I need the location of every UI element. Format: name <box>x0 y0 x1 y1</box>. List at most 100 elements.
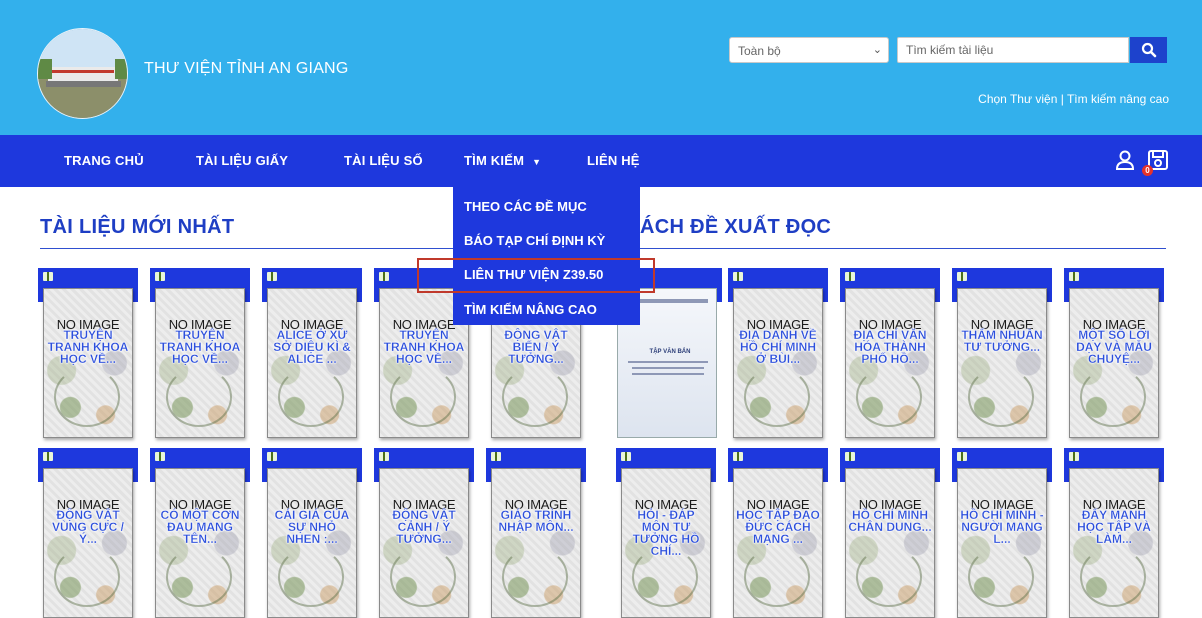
book-title: ĐỊA CHÍ VĂN HÓA THÀNH PHỐ HỒ... <box>853 328 927 366</box>
book-title: CÓ MỘT CƠN ĐAU MANG TÊN... <box>160 508 240 546</box>
book-card[interactable]: NO IMAGE ĐỊA CHÍ VĂN HÓA THÀNH PHỐ HỒ... <box>840 268 940 438</box>
book-icon <box>1069 272 1079 281</box>
user-icon[interactable] <box>1114 149 1136 171</box>
decor-swirl <box>744 547 810 607</box>
cover-text-line <box>628 361 708 363</box>
decor-swirl <box>968 367 1034 427</box>
book-cover: NO IMAGE ĐỊA DANH VỀ HỒ CHÍ MINH Ở BÙI..… <box>733 288 823 438</box>
book-card[interactable]: NO IMAGE CÁI GIÁ CỦA SỰ NHỎ NHEN :... <box>262 448 362 618</box>
book-title: ĐỘNG VẬT VÙNG CỰC / Ý... <box>52 508 124 546</box>
decor-swirl <box>502 547 568 607</box>
menu-item-periodicals[interactable]: BÁO TẠP CHÍ ĐỊNH KỲ <box>464 233 605 248</box>
book-card[interactable]: NO IMAGE HỒ CHÍ MINH CHÂN DUNG... <box>840 448 940 618</box>
decor-swirl <box>856 367 922 427</box>
decor-swirl <box>54 367 120 427</box>
nav-contact[interactable]: LIÊN HỆ <box>587 135 640 187</box>
book-icon <box>957 272 967 281</box>
book-icon <box>491 452 501 461</box>
section-title-newest: TÀI LIỆU MỚI NHẤT <box>40 216 235 238</box>
book-title: HỒ CHÍ MINH - NGƯỜI MANG L... <box>960 508 1044 546</box>
book-cover: NO IMAGE TRUYỆN TRANH KHOA HỌC VỀ... <box>43 288 133 438</box>
book-card[interactable]: NO IMAGE ĐẨY MẠNH HỌC TẬP VÀ LÀM... <box>1064 448 1164 618</box>
book-title: HỌC TẬP ĐẠO ĐỨC CÁCH MẠNG ... <box>736 508 820 546</box>
book-cover: NO IMAGE CÁI GIÁ CỦA SỰ NHỎ NHEN :... <box>267 468 357 618</box>
section-title-recommended: ÁCH ĐỀ XUẤT ĐỌC <box>640 216 832 238</box>
book-card[interactable]: NO IMAGE HỎI - ĐÁP MÔN TƯ TƯỞNG HỒ CHÍ..… <box>616 448 716 618</box>
decor-swirl <box>1080 367 1146 427</box>
book-card[interactable]: NO IMAGE GIÁO TRÌNH NHẬP MÔN... <box>486 448 586 618</box>
decor-swirl <box>968 547 1034 607</box>
book-card[interactable]: NO IMAGE ALICE Ở XỨ SỞ DIỆU KÌ & ALICE .… <box>262 268 362 438</box>
book-card[interactable]: NO IMAGE TRUYỆN TRANH KHOA HỌC VỀ... <box>38 268 138 438</box>
decor-swirl <box>856 547 922 607</box>
book-icon <box>733 272 743 281</box>
book-icon <box>733 452 743 461</box>
book-cover: NO IMAGE HỒ CHÍ MINH - NGƯỜI MANG L... <box>957 468 1047 618</box>
book-icon <box>267 272 277 281</box>
book-title: MỘT SỐ LỜI DẠY VÀ MẪU CHUYỆ... <box>1076 328 1152 366</box>
nav-search-label: TÌM KIẾM <box>464 153 525 168</box>
advanced-search-link[interactable]: Tìm kiếm nâng cao <box>1067 92 1169 106</box>
book-cover: NO IMAGE THẨM NHUẦN TƯ TƯỞNG... <box>957 288 1047 438</box>
highlight-box <box>417 258 655 293</box>
decor-swirl <box>166 547 232 607</box>
book-card[interactable]: NO IMAGE TRUYỆN TRANH KHOA HỌC VỀ... <box>150 268 250 438</box>
book-cover: NO IMAGE HỌC TẬP ĐẠO ĐỨC CÁCH MẠNG ... <box>733 468 823 618</box>
book-title: CÁI GIÁ CỦA SỰ NHỎ NHEN :... <box>274 508 350 546</box>
book-card[interactable]: NO IMAGE HỒ CHÍ MINH - NGƯỜI MANG L... <box>952 448 1052 618</box>
decor-swirl <box>278 367 344 427</box>
cover-text-line <box>632 367 704 369</box>
book-cover: NO IMAGE GIÁO TRÌNH NHẬP MÔN... <box>491 468 581 618</box>
book-icon <box>155 452 165 461</box>
site-header: THƯ VIỆN TỈNH AN GIANG Toàn bộ ⌄ Chọn Th… <box>0 0 1202 135</box>
book-cover: NO IMAGE ĐỘNG VẬT VÙNG CỰC / Ý... <box>43 468 133 618</box>
decor-swirl <box>390 547 456 607</box>
book-title: TRUYỆN TRANH KHOA HỌC VỀ... <box>47 328 129 366</box>
link-separator: | <box>1057 92 1067 106</box>
book-card[interactable]: NO IMAGE THẨM NHUẦN TƯ TƯỞNG... <box>952 268 1052 438</box>
book-title: TRUYỆN TRANH KHOA HỌC VỀ... <box>159 328 241 366</box>
search-input[interactable] <box>897 37 1129 63</box>
book-title: ĐỘNG VẬT BIỂN / Ý TƯỞNG... <box>504 328 568 366</box>
cover-title: TẬP VĂN BẢN <box>649 349 691 355</box>
scope-select-value: Toàn bộ <box>738 44 781 58</box>
decor-swirl <box>278 547 344 607</box>
header-sub-links: Chọn Thư viện | Tìm kiếm nâng cao <box>978 92 1169 106</box>
decor-swirl <box>54 547 120 607</box>
book-icon <box>957 452 967 461</box>
book-card[interactable]: NO IMAGE HỌC TẬP ĐẠO ĐỨC CÁCH MẠNG ... <box>728 448 828 618</box>
book-icon <box>43 452 53 461</box>
nav-search[interactable]: TÌM KIẾM ▼ <box>464 135 541 187</box>
book-title: GIÁO TRÌNH NHẬP MÔN... <box>498 508 574 534</box>
decor-swirl <box>744 367 810 427</box>
nav-paper-docs[interactable]: TÀI LIỆU GIẤY <box>196 135 288 187</box>
choose-library-link[interactable]: Chọn Thư viện <box>978 92 1057 106</box>
book-icon <box>43 272 53 281</box>
menu-item-advanced-search[interactable]: TÌM KIẾM NÂNG CAO <box>464 302 597 317</box>
search-scope-select[interactable]: Toàn bộ ⌄ <box>729 37 889 63</box>
main-nav: TRANG CHỦ TÀI LIỆU GIẤY TÀI LIỆU SỐ TÌM … <box>0 135 1202 187</box>
book-icon <box>267 452 277 461</box>
decor-swirl <box>166 367 232 427</box>
book-title: ĐẨY MẠNH HỌC TẬP VÀ LÀM... <box>1077 508 1151 546</box>
book-cover: NO IMAGE ĐẨY MẠNH HỌC TẬP VÀ LÀM... <box>1069 468 1159 618</box>
nav-home[interactable]: TRANG CHỦ <box>64 135 144 187</box>
book-card[interactable]: NO IMAGE MỘT SỐ LỜI DẠY VÀ MẪU CHUYỆ... <box>1064 268 1164 438</box>
cart-count-badge: 0 <box>1142 165 1153 176</box>
book-title: ALICE Ở XỨ SỞ DIỆU KÌ & ALICE ... <box>273 328 351 366</box>
site-title[interactable]: THƯ VIỆN TỈNH AN GIANG <box>144 60 348 78</box>
decor-swirl <box>390 367 456 427</box>
cover-text-line <box>628 299 708 303</box>
search-button[interactable] <box>1130 37 1167 63</box>
book-cover: NO IMAGE HỎI - ĐÁP MÔN TƯ TƯỞNG HỒ CHÍ..… <box>621 468 711 618</box>
book-card[interactable]: NO IMAGE ĐỘNG VẬT VÙNG CỰC / Ý... <box>38 448 138 618</box>
decor-swirl <box>1080 547 1146 607</box>
nav-digital-docs[interactable]: TÀI LIỆU SỐ <box>344 135 423 187</box>
library-logo[interactable] <box>37 28 128 119</box>
book-card[interactable]: NO IMAGE CÓ MỘT CƠN ĐAU MANG TÊN... <box>150 448 250 618</box>
book-card[interactable]: NO IMAGE ĐỊA DANH VỀ HỒ CHÍ MINH Ở BÙI..… <box>728 268 828 438</box>
menu-item-by-subject[interactable]: THEO CÁC ĐỀ MỤC <box>464 199 587 214</box>
caret-down-icon: ▼ <box>532 157 542 167</box>
book-card[interactable]: NO IMAGE ĐỘNG VẬT CẢNH / Ý TƯỞNG... <box>374 448 474 618</box>
chevron-down-icon: ⌄ <box>872 44 882 56</box>
